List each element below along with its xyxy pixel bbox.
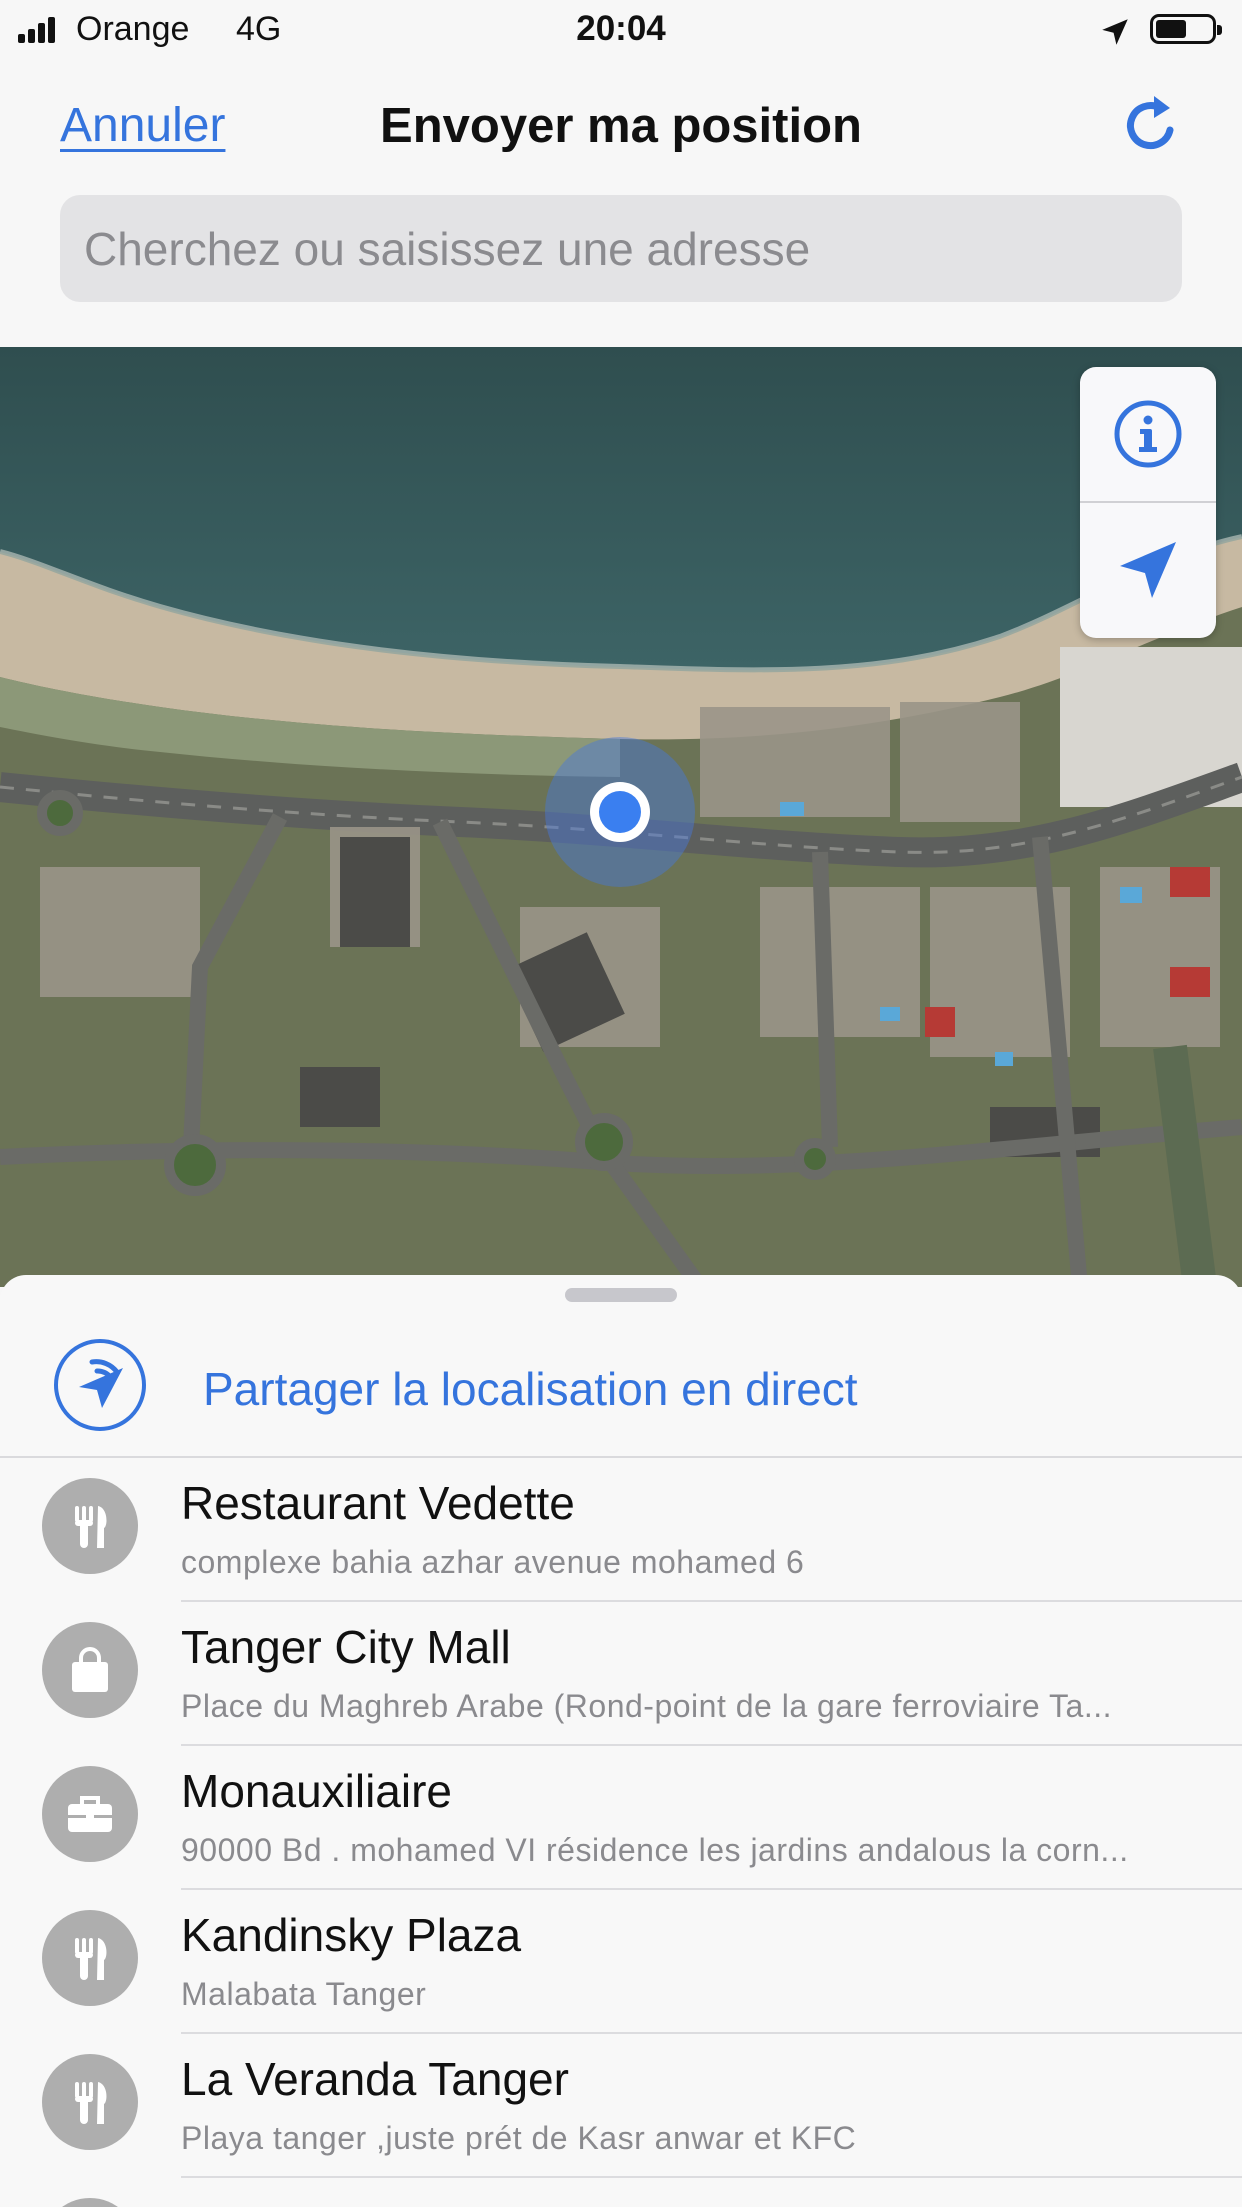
info-icon [1114, 400, 1182, 468]
place-name: La Veranda Tanger [181, 2053, 569, 2105]
place-row[interactable]: Monauxiliaire 90000 Bd . mohamed VI rési… [0, 1746, 1242, 1890]
place-row[interactable]: Tanger City Mall Place du Maghreb Arabe … [0, 1602, 1242, 1746]
status-bar: Orange 4G 20:04 [0, 0, 1242, 62]
fork-knife-icon [42, 2054, 138, 2150]
place-address: Place du Maghreb Arabe (Rond-point de la… [181, 1688, 1112, 1724]
address-search-field[interactable] [60, 195, 1182, 302]
place-name: Restaurant Vedette [181, 1477, 575, 1529]
place-address: Playa tanger ,juste prét de Kasr anwar e… [181, 2120, 857, 2156]
fork-knife-icon [42, 1910, 138, 2006]
briefcase-icon [42, 1766, 138, 1862]
track-location-button[interactable] [1080, 503, 1216, 637]
place-name: Tanger City Mall [181, 1621, 511, 1673]
sheet-grabber[interactable] [565, 1288, 677, 1302]
page-title: Envoyer ma position [380, 99, 862, 153]
place-row[interactable]: La Veranda Tanger Playa tanger ,juste pr… [0, 2034, 1242, 2178]
place-name: Kandinsky Plaza [181, 1909, 522, 1961]
refresh-icon[interactable] [1118, 90, 1188, 160]
place-row[interactable]: Kandinsky Plaza Malabata Tanger [0, 1890, 1242, 2034]
search-input[interactable] [60, 195, 1182, 302]
map-controls [1080, 367, 1216, 638]
place-icon [42, 2198, 138, 2207]
current-location-marker[interactable] [545, 737, 695, 887]
place-address: 90000 Bd . mohamed VI résidence les jard… [181, 1832, 1129, 1868]
place-name: Monauxiliaire [181, 1765, 453, 1817]
place-row[interactable]: Restaurant Vedette complexe bahia azhar … [0, 1458, 1242, 1602]
place-address: complexe bahia azhar avenue mohamed 6 [181, 1544, 805, 1580]
location-arrow-icon [1120, 542, 1176, 598]
map-info-button[interactable] [1080, 367, 1216, 501]
battery-icon [1150, 14, 1222, 44]
live-location-icon [54, 1339, 146, 1431]
place-address: Malabata Tanger [181, 1976, 427, 2012]
fork-knife-icon [42, 1478, 138, 1574]
location-services-icon [1102, 19, 1128, 45]
shopping-bag-icon [42, 1622, 138, 1718]
share-live-location-label[interactable]: Partager la localisation en direct [203, 1362, 858, 1416]
status-time: 20:04 [576, 9, 666, 48]
place-row-partial[interactable] [0, 2178, 1242, 2207]
